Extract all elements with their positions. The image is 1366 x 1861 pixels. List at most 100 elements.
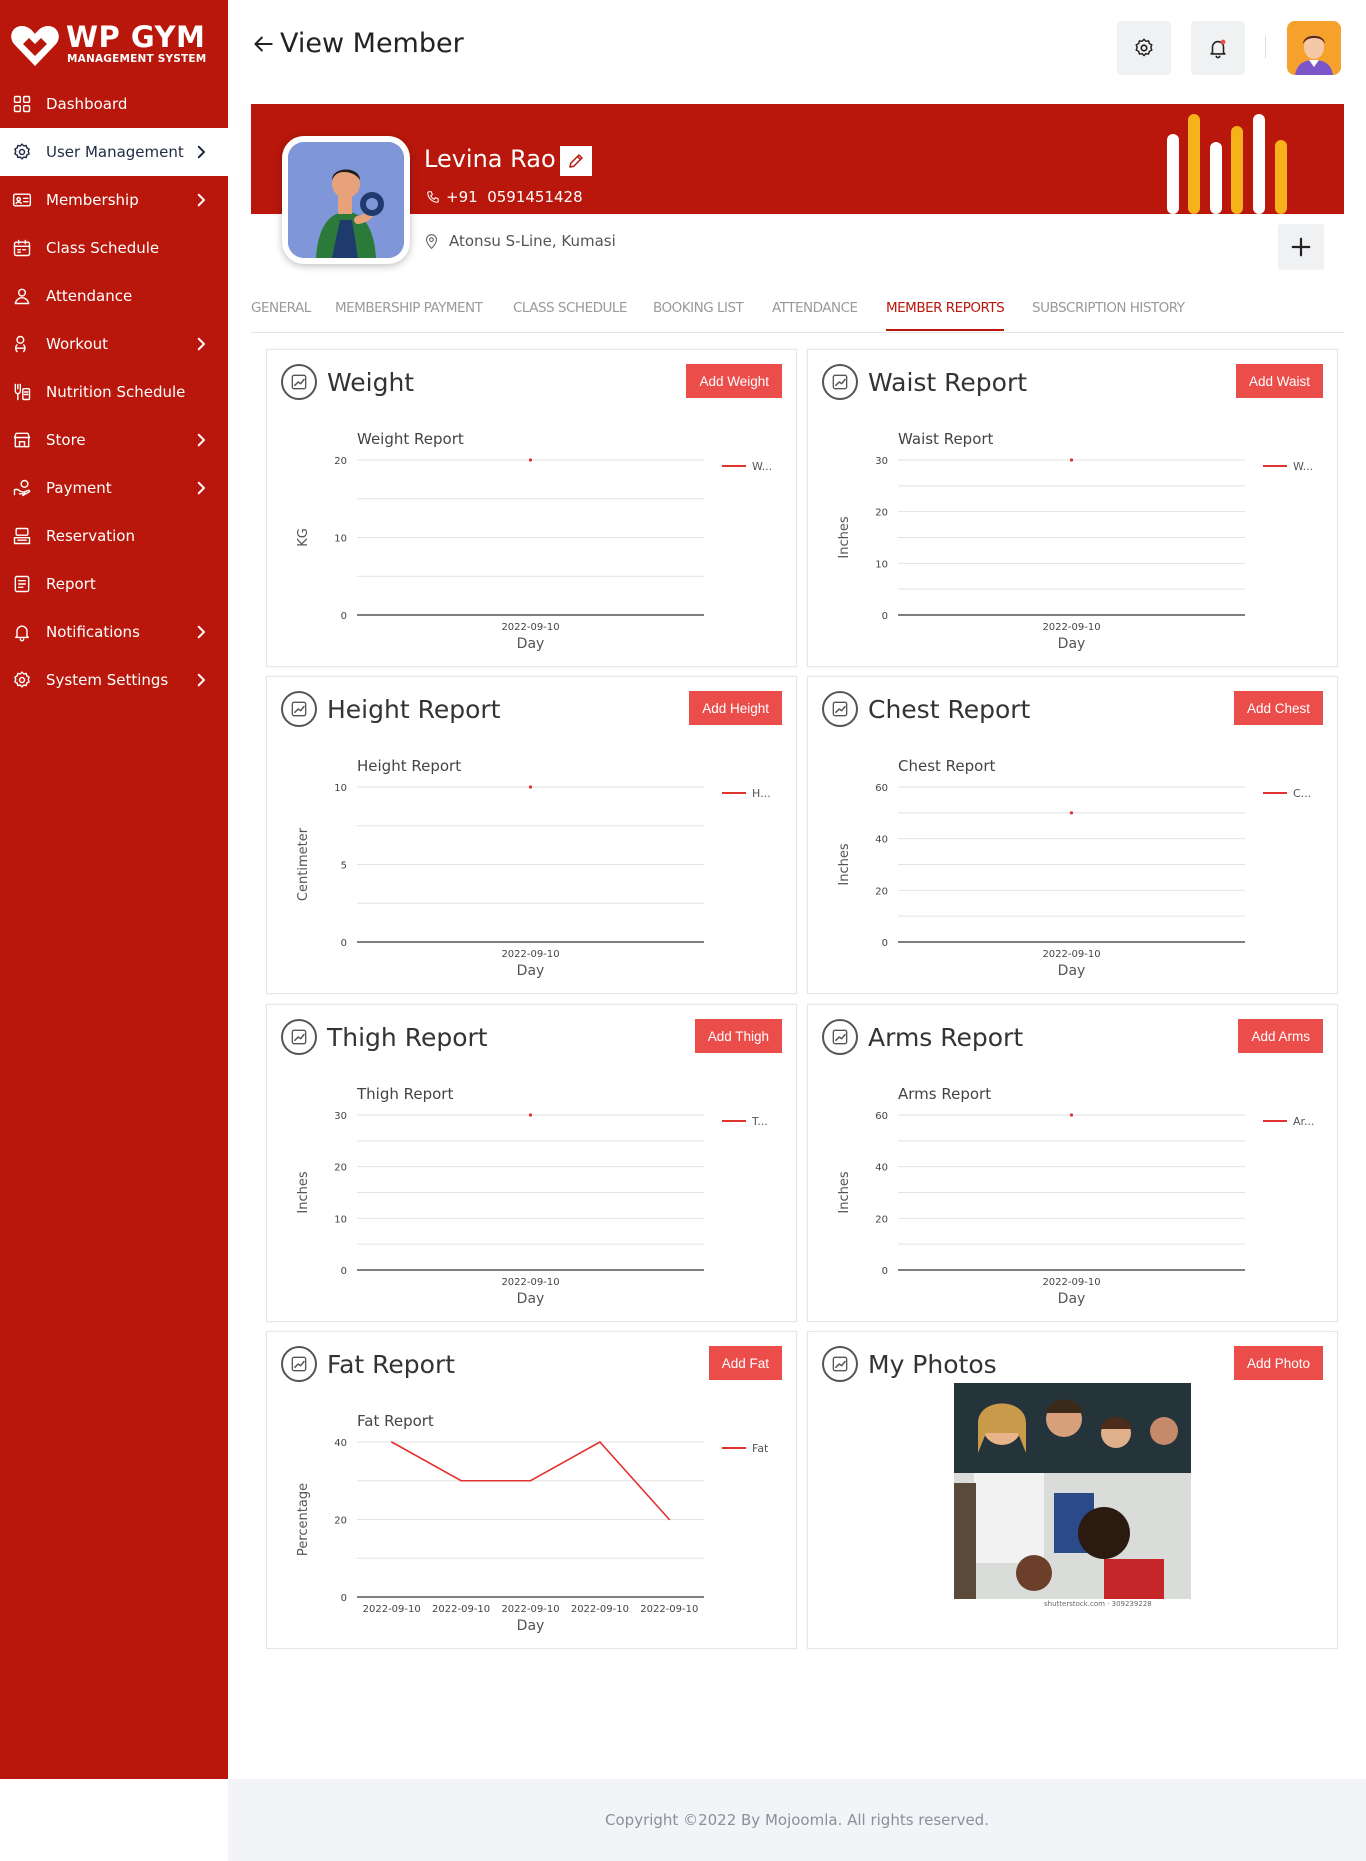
add-thigh-button[interactable]: Add Thigh	[694, 1019, 782, 1053]
chevron-right-icon	[197, 337, 205, 351]
sidebar-item-label: Dashboard	[46, 95, 128, 113]
sidebar-item-system-settings[interactable]: System Settings	[0, 656, 228, 704]
add-chest-button[interactable]: Add Chest	[1233, 691, 1323, 725]
payment-icon	[12, 478, 32, 498]
x-axis-label: Day	[517, 1618, 545, 1634]
brand-logo[interactable]: WP GYM MANAGEMENT SYSTEM	[10, 20, 220, 72]
y-axis-label: Inches	[837, 1171, 852, 1213]
data-point	[528, 458, 533, 462]
y-tick-label: 20	[334, 456, 347, 467]
x-tick-label: 2022-09-10	[501, 1277, 559, 1288]
edit-member-button[interactable]	[560, 146, 592, 176]
y-tick-label: 30	[875, 456, 888, 467]
line-chart: Height Report 0 5 10 Centimeter 2022-09-10 Day…	[296, 757, 771, 979]
chart-title: Height Report	[357, 757, 461, 775]
y-tick-label: 20	[334, 1163, 347, 1174]
y-tick-label: 40	[875, 1163, 888, 1174]
user-icon	[12, 286, 32, 306]
sidebar-item-attendance[interactable]: Attendance	[0, 272, 228, 320]
member-name: Levina Rao	[424, 145, 556, 173]
settings-button[interactable]	[1117, 21, 1171, 75]
sidebar-item-membership[interactable]: Membership	[0, 176, 228, 224]
tab-general[interactable]: GENERAL	[251, 300, 311, 316]
address-text: Atonsu S-Line, Kumasi	[449, 232, 616, 250]
member-phone: +91 0591451428	[426, 188, 583, 206]
chart-title: Waist Report	[898, 430, 994, 448]
sidebar-item-user-management[interactable]: User Management	[0, 128, 228, 176]
back-arrow-icon[interactable]	[250, 31, 276, 57]
sidebar-item-dashboard[interactable]: Dashboard	[0, 80, 228, 128]
nutrition-icon	[12, 382, 32, 402]
x-tick-label: 2022-09-10	[1042, 949, 1100, 960]
tab-attendance[interactable]: ATTENDANCE	[772, 300, 858, 316]
sidebar-item-reservation[interactable]: Reservation	[0, 512, 228, 560]
add-arms-button[interactable]: Add Arms	[1238, 1019, 1323, 1053]
tab-member-reports[interactable]: MEMBER REPORTS	[886, 300, 1005, 331]
y-tick-label: 60	[875, 783, 888, 794]
member-address: Atonsu S-Line, Kumasi	[424, 232, 616, 250]
tab-subscription-history[interactable]: SUBSCRIPTION HISTORY	[1032, 300, 1185, 316]
sidebar-item-store[interactable]: Store	[0, 416, 228, 464]
plus-icon	[1291, 237, 1311, 257]
y-axis-label: Percentage	[296, 1483, 311, 1556]
chart-title: Fat Report	[357, 1412, 434, 1430]
user-avatar[interactable]	[1287, 21, 1341, 75]
arms-report-card: Arms Report Add Arms Arms Report 0 20 40 60 Inc…	[807, 1004, 1338, 1322]
data-point	[1069, 811, 1074, 815]
y-tick-label: 40	[875, 835, 888, 846]
sidebar-item-label: Store	[46, 431, 86, 449]
add-height-button[interactable]: Add Height	[689, 691, 782, 725]
chevron-right-icon	[197, 625, 205, 639]
trend-chart-icon	[281, 364, 317, 400]
chart-title: Thigh Report	[356, 1085, 453, 1103]
add-photo-button[interactable]: Add Photo	[1233, 1346, 1323, 1380]
waist-report-card: Waist Report Add Waist Waist Report 0 10 20 30…	[807, 349, 1338, 667]
card-title: Fat Report	[327, 1349, 456, 1379]
card-header: Weight	[281, 364, 414, 400]
page-header: View Member	[250, 28, 464, 59]
card-title: Arms Report	[868, 1022, 1024, 1052]
gear-icon	[1135, 38, 1153, 57]
legend-label: H...	[752, 787, 771, 800]
chart-title: Weight Report	[357, 430, 464, 448]
sidebar-item-notifications[interactable]: Notifications	[0, 608, 228, 656]
notifications-button[interactable]	[1191, 21, 1245, 75]
chart-title: Chest Report	[898, 757, 996, 775]
card-header: Height Report	[281, 691, 500, 727]
page-title: View Member	[280, 28, 464, 59]
tab-booking-list[interactable]: BOOKING LIST	[653, 300, 744, 316]
data-point	[460, 1479, 462, 1482]
sidebar-item-payment[interactable]: Payment	[0, 464, 228, 512]
chevron-right-icon	[197, 193, 205, 207]
add-waist-button[interactable]: Add Waist	[1235, 364, 1323, 398]
report-icon	[12, 574, 32, 594]
tab-class-schedule[interactable]: CLASS SCHEDULE	[513, 300, 627, 316]
trend-chart-icon	[281, 691, 317, 727]
add-fat-button[interactable]: Add Fat	[708, 1346, 782, 1380]
trend-chart-icon	[822, 1346, 858, 1382]
y-tick-label: 10	[334, 783, 347, 794]
tab-membership-payment[interactable]: MEMBERSHIP PAYMENT	[335, 300, 483, 316]
sidebar-item-label: User Management	[46, 143, 184, 161]
x-tick-label: 2022-09-10	[1042, 622, 1100, 633]
sidebar-item-workout[interactable]: Workout	[0, 320, 228, 368]
y-tick-label: 20	[334, 1516, 347, 1527]
line-chart: Waist Report 0 10 20 30 Inches 2022-09-10 Day W.…	[837, 430, 1313, 652]
add-button[interactable]	[1278, 224, 1324, 270]
data-point	[599, 1441, 601, 1443]
sidebar-item-nutrition-schedule[interactable]: Nutrition Schedule	[0, 368, 228, 416]
legend-label: Fat	[752, 1442, 769, 1455]
chevron-right-icon	[197, 673, 205, 687]
store-icon	[12, 430, 32, 450]
x-tick-label: 2022-09-10	[501, 622, 559, 633]
sidebar-item-class-schedule[interactable]: Class Schedule	[0, 224, 228, 272]
sidebar-nav: Dashboard User Management Membership Class …	[0, 80, 228, 704]
y-tick-label: 20	[875, 1214, 888, 1225]
y-tick-label: 40	[334, 1438, 347, 1449]
chevron-right-icon	[197, 433, 205, 447]
user-avatar-icon	[1287, 21, 1341, 75]
sidebar-item-report[interactable]: Report	[0, 560, 228, 608]
y-tick-label: 30	[334, 1111, 347, 1122]
y-tick-label: 0	[341, 938, 347, 949]
add-weight-button[interactable]: Add Weight	[686, 364, 782, 398]
